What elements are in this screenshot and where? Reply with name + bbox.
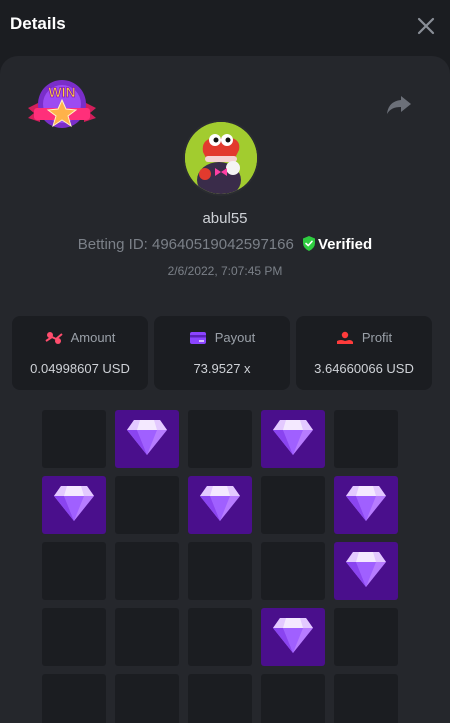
empty-tile xyxy=(42,542,106,600)
payout-label: Payout xyxy=(214,330,256,345)
empty-tile xyxy=(115,608,179,666)
payout-card: Payout 73.9527 x xyxy=(154,316,290,390)
amount-card: Amount 0.04998607 USD xyxy=(12,316,148,390)
gem-tile xyxy=(261,608,325,666)
profit-label: Profit xyxy=(361,330,393,345)
gem-icon xyxy=(127,420,167,455)
empty-tile xyxy=(42,410,106,468)
gem-icon xyxy=(273,420,313,455)
gem-icon xyxy=(200,486,240,521)
betting-id-label: Betting ID: xyxy=(77,236,148,253)
details-panel: WIN abul55 Betting ID: 49640519042597166… xyxy=(0,56,450,723)
empty-tile xyxy=(188,674,252,723)
gem-icon xyxy=(273,618,313,653)
verified-shield-icon xyxy=(303,236,315,251)
bet-timestamp: 2/6/2022, 7:07:45 PM xyxy=(167,264,283,278)
share-icon[interactable] xyxy=(386,94,412,116)
gem-tile xyxy=(334,542,398,600)
avatar-image xyxy=(185,122,257,194)
empty-tile xyxy=(188,542,252,600)
empty-tile xyxy=(115,542,179,600)
empty-tile xyxy=(42,674,106,723)
empty-tile xyxy=(115,674,179,723)
page-title: Details xyxy=(10,14,66,33)
empty-tile xyxy=(42,608,106,666)
amount-value: 0.04998607 USD xyxy=(30,361,130,376)
betting-id-value: 49640519042597166 xyxy=(152,236,294,253)
gem-tile xyxy=(115,410,179,468)
empty-tile xyxy=(115,476,179,534)
win-badge-icon: WIN xyxy=(28,80,96,128)
empty-tile xyxy=(334,410,398,468)
profit-card: Profit 3.64660066 USD xyxy=(296,316,432,390)
empty-tile xyxy=(261,674,325,723)
amount-label: Amount xyxy=(70,330,116,345)
win-badge-text: WIN xyxy=(48,84,75,100)
avatar xyxy=(185,122,257,194)
details-header: Details xyxy=(0,0,450,56)
empty-tile xyxy=(334,608,398,666)
gem-tile xyxy=(42,476,106,534)
verified-label: Verified xyxy=(318,236,373,253)
empty-tile xyxy=(261,542,325,600)
betting-id-row: Betting ID: 49640519042597166 Verified xyxy=(0,236,450,253)
empty-tile xyxy=(188,410,252,468)
gem-icon xyxy=(54,486,94,521)
empty-tile xyxy=(261,476,325,534)
gem-icon xyxy=(346,486,386,521)
empty-tile xyxy=(188,608,252,666)
card-icon xyxy=(189,332,206,344)
hand-coin-icon xyxy=(336,331,353,344)
coins-icon xyxy=(45,332,63,344)
username: abul55 xyxy=(202,210,248,227)
profit-value: 3.64660066 USD xyxy=(314,361,414,376)
empty-tile xyxy=(334,674,398,723)
gem-tile xyxy=(188,476,252,534)
close-icon[interactable] xyxy=(414,14,438,38)
gem-tile xyxy=(261,410,325,468)
payout-value: 73.9527 x xyxy=(193,361,251,376)
gem-icon xyxy=(346,552,386,587)
gem-tile xyxy=(334,476,398,534)
